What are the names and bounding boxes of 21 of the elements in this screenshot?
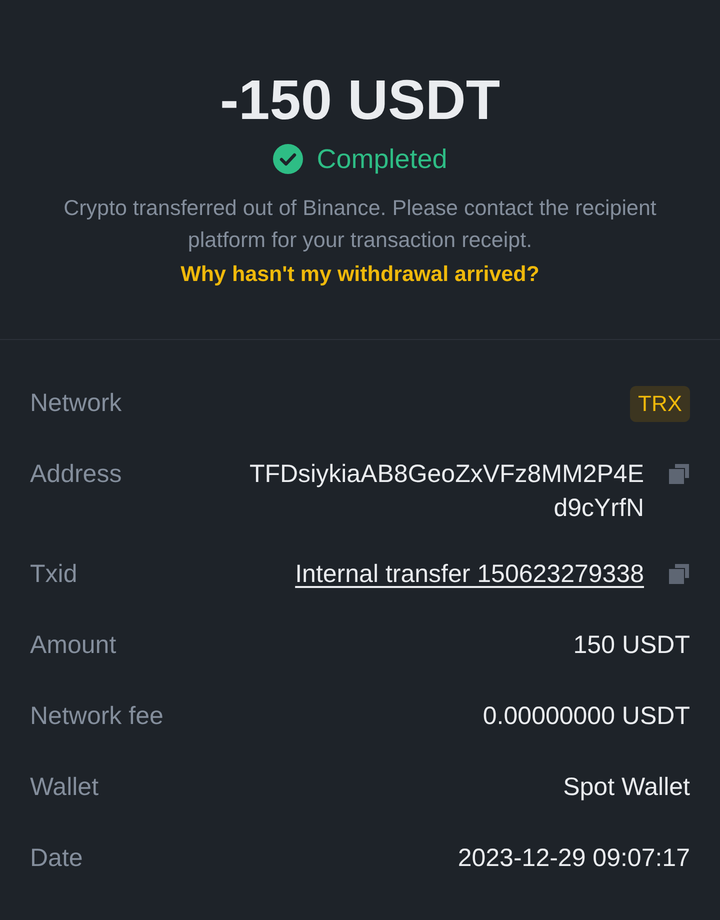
- detail-value: 0.00000000 USDT: [482, 701, 690, 732]
- help-link[interactable]: Why hasn't my withdrawal arrived?: [180, 259, 540, 289]
- status-label: Completed: [316, 143, 448, 176]
- detail-value: 2023-12-29 09:07:17: [458, 843, 690, 874]
- detail-label: Network fee: [30, 701, 164, 732]
- detail-label: Txid: [30, 559, 78, 590]
- copy-icon[interactable]: [668, 463, 690, 485]
- network-tag: TRX: [630, 386, 690, 422]
- detail-value: TFDsiykiaAB8GeoZxVFz8MM2P4Ed9cYrfN: [248, 459, 644, 524]
- detail-label: Date: [30, 843, 83, 874]
- copy-icon[interactable]: [668, 563, 690, 585]
- detail-label: Amount: [30, 630, 116, 661]
- detail-label: Address: [30, 459, 122, 490]
- detail-label: Network: [30, 388, 122, 419]
- check-circle-icon: [272, 144, 303, 174]
- transaction-amount: -150 USDT: [220, 67, 500, 133]
- detail-value: 150 USDT: [573, 630, 690, 661]
- detail-label: Wallet: [30, 772, 99, 803]
- description-text: Crypto transferred out of Binance. Please contact the recipient platform for your transaction receipt.: [62, 195, 658, 254]
- txid-link[interactable]: Internal transfer 150623279338: [295, 557, 644, 591]
- detail-value: Spot Wallet: [563, 772, 690, 803]
